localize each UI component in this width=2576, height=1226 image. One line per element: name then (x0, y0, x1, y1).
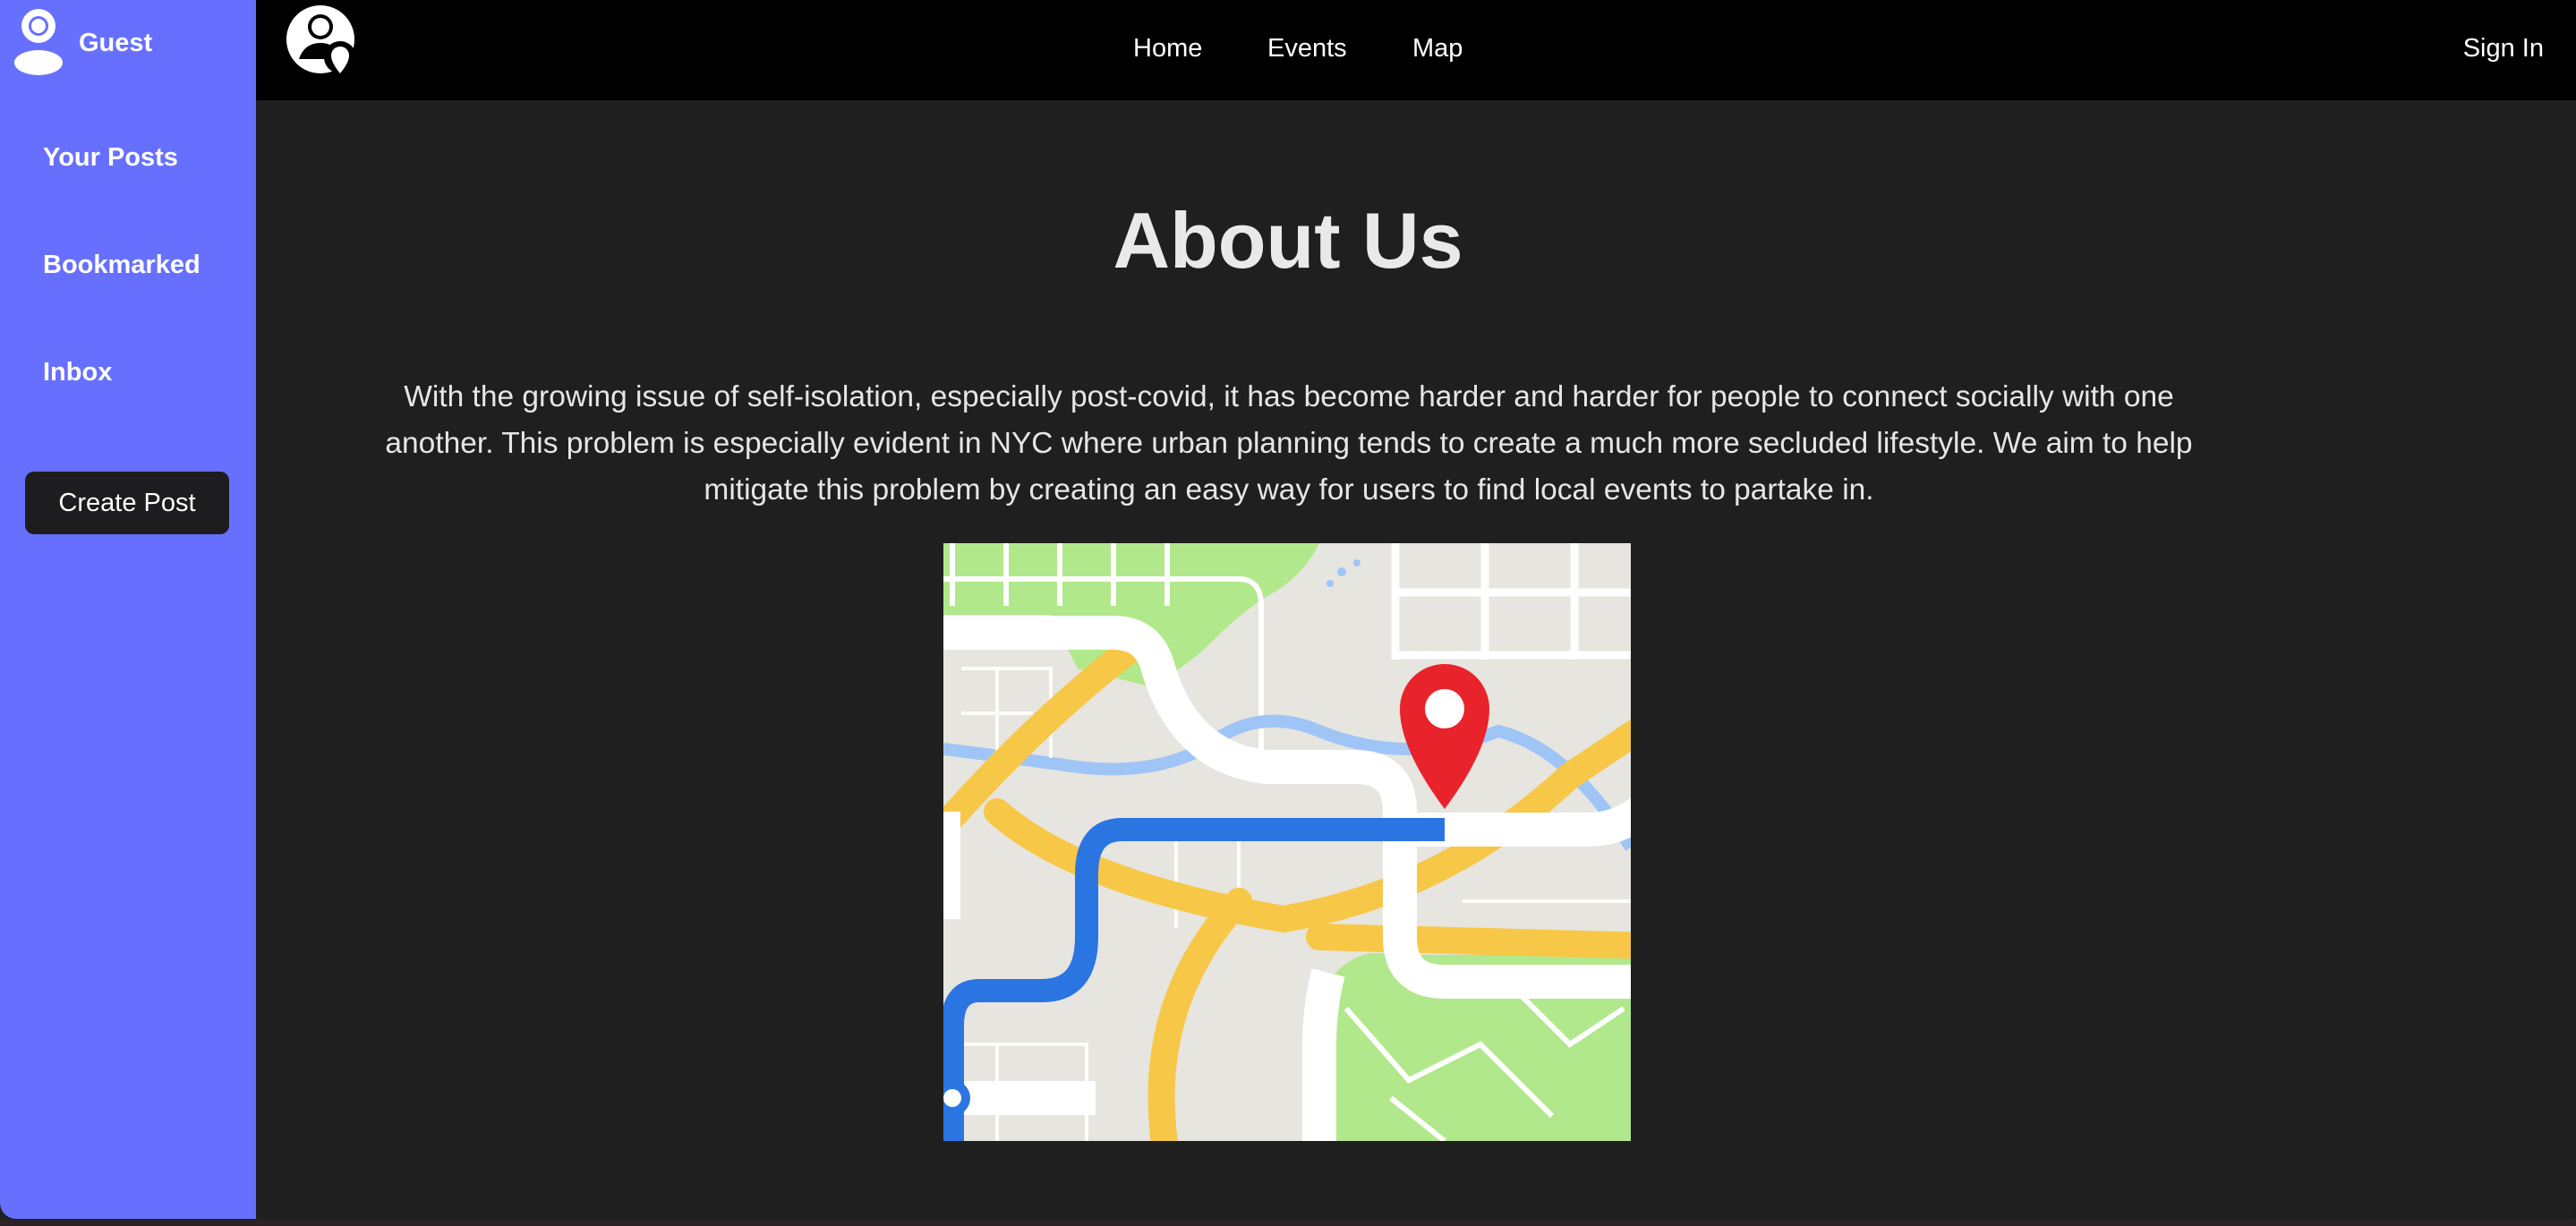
community-logo-icon[interactable] (286, 2, 358, 75)
sign-in-link[interactable]: Sign In (2463, 34, 2544, 64)
create-post-button[interactable]: Create Post (25, 472, 229, 534)
user-profile[interactable]: Guest (13, 7, 152, 75)
sidebar: Guest Your Posts Bookmarked Inbox Create… (0, 0, 256, 1219)
page-title: About Us (1113, 196, 1463, 285)
window-edge (0, 1219, 2576, 1226)
sidebar-item-bookmarked[interactable]: Bookmarked (43, 251, 200, 280)
user-avatar-icon (13, 7, 64, 75)
app-window: Guest Your Posts Bookmarked Inbox Create… (0, 0, 2576, 1219)
sidebar-item-your-posts[interactable]: Your Posts (43, 143, 178, 173)
user-name: Guest (79, 28, 153, 57)
about-description: With the growing issue of self-isolation… (385, 380, 2193, 507)
nav-map[interactable]: Map (1412, 34, 1463, 64)
top-navbar: Home Events Map Sign In (256, 0, 2576, 100)
nav-events[interactable]: Events (1267, 34, 1347, 64)
nav-home[interactable]: Home (1133, 34, 1202, 64)
sidebar-item-inbox[interactable]: Inbox (43, 358, 112, 387)
map-illustration (943, 543, 1631, 1141)
